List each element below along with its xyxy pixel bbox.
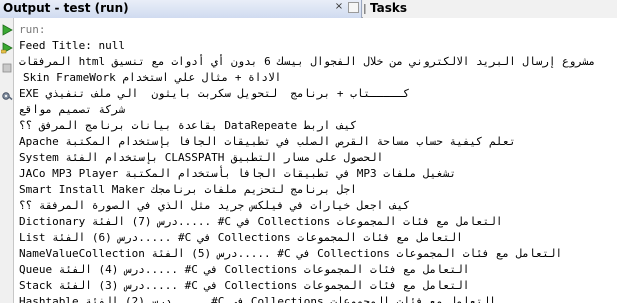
console-line: التعامل مع فئات المجموعات Collections في… bbox=[19, 215, 503, 228]
tasks-tab-title: Tasks bbox=[370, 1, 408, 15]
output-console[interactable]: run: Feed Title: null مشروع إرسال البريد… bbox=[15, 19, 617, 303]
settings-icon[interactable] bbox=[1, 90, 13, 102]
console-line: اجل برنامج لتحزيم ملفات برنامجك Smart In… bbox=[19, 183, 357, 196]
console-line: تشغيل ملفات MP3 في تطبيقات الجافا بأستخد… bbox=[19, 167, 457, 180]
console-line: الحصول على مسار التطبيق CLASSPATH بإستخد… bbox=[19, 151, 384, 164]
output-toolbar bbox=[0, 18, 14, 303]
console-line: Feed Title: null bbox=[19, 39, 125, 52]
console-line: التعامل مع فئات المجموعات Collections في… bbox=[19, 247, 563, 260]
console-line: مشروع إرسال البريد الالكتروني من خلال ال… bbox=[19, 55, 596, 68]
tab-bar: Output - test (run) × Tasks bbox=[0, 0, 617, 18]
rerun-icon[interactable] bbox=[1, 24, 13, 36]
console-line: الاداة + مثال علي استخدام Skin FrameWork bbox=[23, 71, 282, 84]
tab-output[interactable]: Output - test (run) × bbox=[0, 0, 362, 18]
minimize-icon[interactable] bbox=[348, 2, 359, 13]
console-line: تعلم كيفية حساب مساحة القرص الصلب في تطب… bbox=[19, 135, 516, 148]
console-line: التعامل مع فئات المجموعات Collections في… bbox=[19, 231, 463, 244]
console-line: التعامل مع فئات المجموعات Collections في… bbox=[19, 279, 470, 292]
stop-icon[interactable] bbox=[1, 62, 13, 74]
drag-handle-icon bbox=[364, 4, 366, 14]
console-line: كيف اجعل خيارات في فيلكس جريد مثل الذي ف… bbox=[19, 199, 410, 212]
console-line: التعامل مع فئات المجموعات Collections في… bbox=[19, 263, 470, 276]
console-line: شركة تصميم مواقع bbox=[19, 103, 125, 116]
console-line: كيف اربط DataRepeate بقاعدة بيانات برنام… bbox=[19, 119, 357, 132]
output-tab-title: Output - test (run) bbox=[3, 1, 129, 15]
close-icon[interactable]: × bbox=[334, 2, 344, 12]
tab-tasks[interactable]: Tasks bbox=[363, 0, 617, 18]
console-line: التعامل مع فئات المجموعات Collections في… bbox=[19, 295, 496, 303]
rerun-with-args-icon[interactable] bbox=[1, 42, 13, 54]
console-line: run: bbox=[19, 23, 46, 36]
console-line: كـــــتاب + برنامج لتحويل سكربت بايثون ا… bbox=[19, 87, 410, 100]
